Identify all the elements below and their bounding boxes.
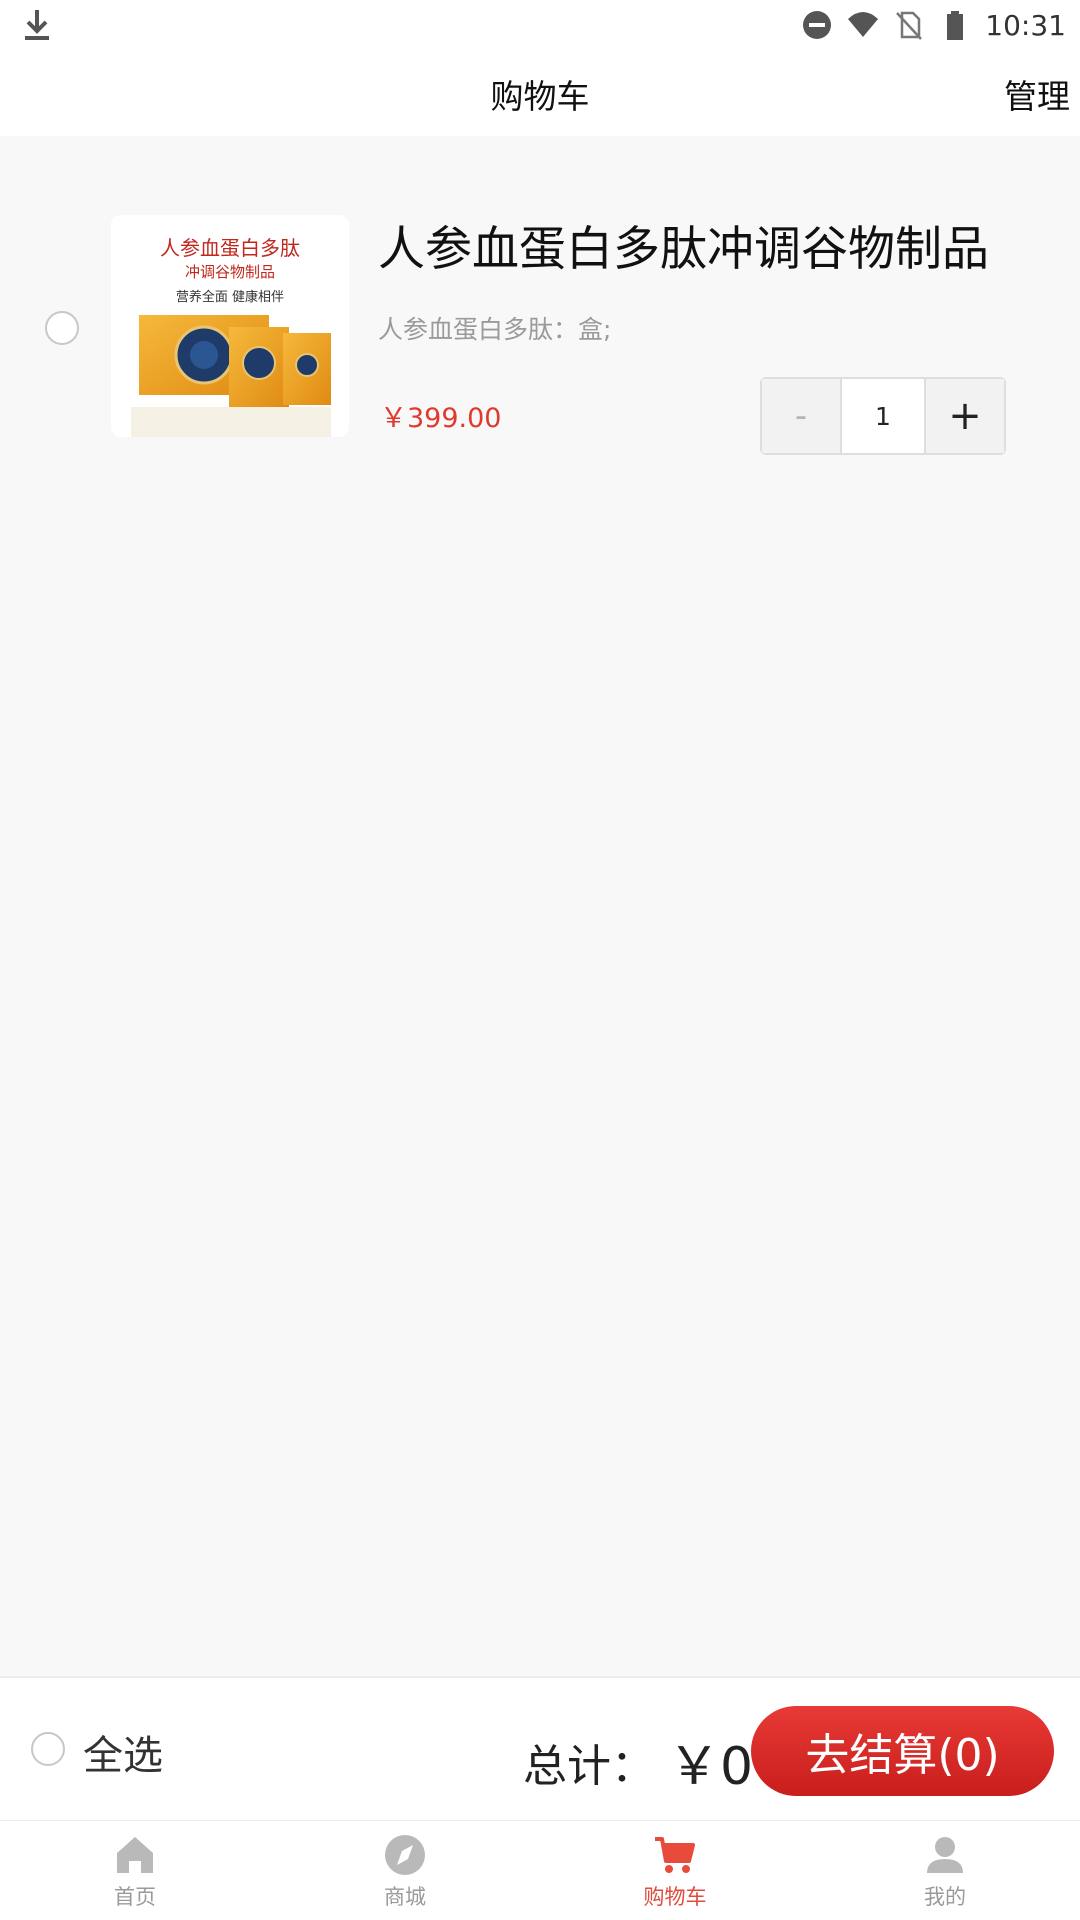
decrease-quantity-button[interactable]: - [762, 379, 840, 453]
compass-icon [385, 1835, 425, 1875]
tab-mall-label: 商城 [384, 1885, 426, 1909]
bottom-tab-bar: 首页 商城 购物车 我的 [0, 1820, 1080, 1920]
status-bar: 10:31 [0, 0, 1080, 50]
download-icon [25, 10, 49, 40]
battery-icon [947, 11, 964, 40]
checkout-button[interactable]: 去结算(0) [751, 1706, 1054, 1796]
box-line3: 营养全面 健康相伴 [176, 289, 284, 305]
quantity-input[interactable]: 1 [840, 379, 926, 453]
cart-icon [655, 1837, 695, 1873]
manage-button[interactable]: 管理 [1004, 70, 1070, 118]
product-image[interactable]: 人参血蛋白多肽 冲调谷物制品 营养全面 健康相伴 [111, 215, 349, 437]
tab-home[interactable]: 首页 [0, 1821, 270, 1920]
product-price: ￥399.00 [380, 403, 502, 434]
box-line2: 冲调谷物制品 [185, 263, 275, 281]
product-box-illustration: 人参血蛋白多肽 冲调谷物制品 营养全面 健康相伴 [111, 215, 349, 437]
tab-mine-label: 我的 [924, 1885, 966, 1909]
user-icon [927, 1837, 963, 1873]
total-label: 总计： [523, 1741, 655, 1792]
increase-quantity-button[interactable]: + [926, 379, 1004, 453]
tab-cart-label: 购物车 [643, 1885, 707, 1909]
product-spec: 人参血蛋白多肽：盒; [378, 315, 612, 344]
status-time: 10:31 [985, 8, 1066, 42]
tab-mine[interactable]: 我的 [810, 1821, 1080, 1920]
cart-page: 10:31 购物车 管理 人参血蛋白多肽 冲调谷物制品 营养全面 健康相伴 人参… [0, 0, 1080, 1920]
no-sim-icon [896, 11, 923, 40]
page-title: 购物车 [490, 77, 590, 116]
do-not-disturb-icon [803, 11, 832, 39]
select-all-radio[interactable] [31, 1732, 65, 1766]
checkout-bar: 全选 总计： ￥0 去结算(0) [0, 1676, 1080, 1820]
tab-mall[interactable]: 商城 [270, 1821, 540, 1920]
total-value: ￥0 [668, 1737, 754, 1797]
box-line1: 人参血蛋白多肽 [160, 236, 300, 260]
product-title[interactable]: 人参血蛋白多肽冲调谷物制品 [378, 210, 989, 279]
home-icon [117, 1837, 153, 1873]
select-all-label[interactable]: 全选 [83, 1723, 163, 1781]
item-select-radio[interactable] [45, 311, 79, 345]
tab-home-label: 首页 [114, 1885, 156, 1909]
cart-item: 人参血蛋白多肽 冲调谷物制品 营养全面 健康相伴 人参血蛋白多肽冲调谷物制品 人… [0, 190, 1080, 470]
wifi-icon [848, 12, 879, 37]
tab-cart[interactable]: 购物车 [540, 1821, 810, 1920]
quantity-stepper: - 1 + [760, 377, 1006, 455]
top-nav-bar: 购物车 管理 [0, 50, 1080, 136]
